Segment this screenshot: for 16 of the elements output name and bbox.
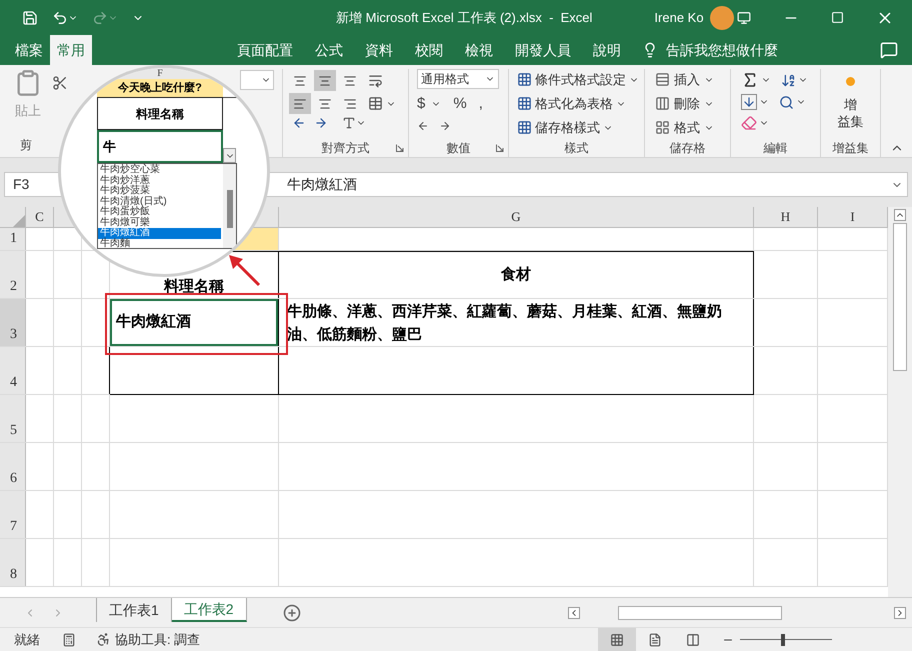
user-name: Irene Ko (654, 8, 704, 27)
table-cell-text: 料理名稱 (164, 276, 224, 297)
status-text: 就緒 (14, 630, 40, 649)
table-cell-text: 食材 (501, 264, 531, 285)
group-label: 數值 (446, 140, 470, 157)
cell-input-text: 牛 (103, 138, 116, 156)
table-cell: 料理名稱 (97, 97, 223, 130)
table-cell-text: 牛肋條、洋蔥、西洋芹菜、紅蘿蔔、蘑菇、月桂葉、紅酒、無鹽奶油、低筋麵粉、鹽巴 (286, 302, 723, 344)
window-title: 新增 Microsoft Excel 工作表 (2).xlsx - Excel (336, 8, 592, 27)
group-label: 儲存格 (670, 140, 706, 157)
group-label: 編輯 (764, 140, 788, 157)
group-label: 樣式 (564, 140, 588, 157)
group-label: 剪 (20, 138, 32, 152)
sheet-title-cell: 今天晚上吃什麼? (97, 79, 223, 97)
group-label: 對齊方式 (322, 140, 370, 157)
group-label: 增益集 (832, 140, 868, 157)
